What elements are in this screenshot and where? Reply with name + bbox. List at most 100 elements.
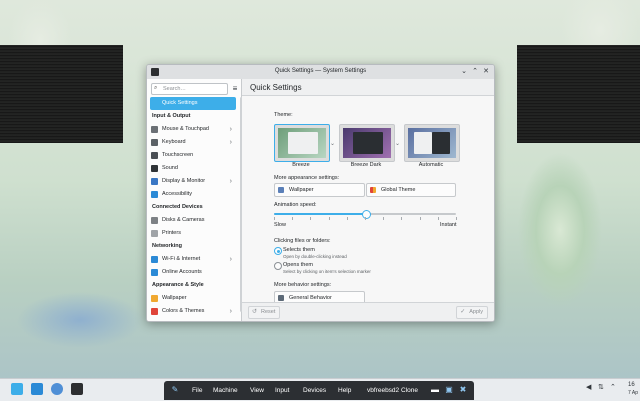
- sidebar-item-wallpaper[interactable]: Wallpaper: [147, 292, 239, 305]
- sidebar-item-disks-cameras[interactable]: Disks & Cameras: [147, 214, 239, 227]
- wallpaper-button-label: Wallpaper: [289, 187, 314, 193]
- sidebar: ⌕ Search… ≡ Quick Settings Input & Output…: [147, 79, 243, 321]
- sidebar-section-heading: Connected Devices: [152, 204, 203, 210]
- chevron-right-icon: ›: [229, 308, 232, 315]
- sidebar-section-heading: Appearance & Style: [152, 282, 204, 288]
- sidebar-item-display-monitor[interactable]: Display & Monitor ›: [147, 175, 239, 188]
- volume-icon[interactable]: ◀: [586, 383, 591, 391]
- colors-icon: [151, 308, 158, 315]
- slider-tick: [346, 217, 348, 220]
- close-icon[interactable]: ✕: [481, 67, 491, 77]
- theme-name-automatic: Automatic: [418, 162, 444, 168]
- vbox-menu-help[interactable]: Help: [338, 387, 351, 394]
- slider-tick: [328, 217, 330, 220]
- tray-expand-icon[interactable]: ⌃: [610, 383, 616, 391]
- keyboard-icon: [151, 139, 158, 146]
- wallpaper-icon: [278, 187, 284, 193]
- wallpaper-icon: [151, 295, 158, 302]
- window-titlebar[interactable]: Quick Settings — System Settings ⌄ ⌃ ✕: [147, 65, 494, 80]
- sidebar-section-heading: Input & Output: [152, 113, 191, 119]
- slider-tick: [274, 217, 275, 220]
- clock-time[interactable]: 16: [628, 382, 635, 388]
- theme-breeze-dark[interactable]: [339, 124, 395, 162]
- search-input[interactable]: ⌕ Search…: [151, 83, 228, 95]
- apply-button[interactable]: ✓ Apply: [456, 306, 488, 319]
- reset-button[interactable]: ↺ Reset: [248, 306, 281, 319]
- radio-opens-sublabel: Select by clicking on item's selection m…: [283, 269, 371, 274]
- radio-opens[interactable]: [274, 262, 282, 270]
- disks-icon: [151, 217, 158, 224]
- clock-date[interactable]: 7 Ap: [628, 390, 638, 396]
- glitch-artifact-right: [517, 45, 640, 143]
- radio-opens-label[interactable]: Opens them: [283, 262, 313, 268]
- theme-preview-breeze: [278, 128, 326, 158]
- app-launcher-icon[interactable]: [11, 383, 23, 395]
- touchscreen-icon: [151, 152, 158, 159]
- firefox-icon[interactable]: [51, 383, 63, 395]
- theme-breeze[interactable]: [274, 124, 330, 162]
- slider-tick: [401, 217, 403, 220]
- apply-icon: ✓: [460, 309, 466, 315]
- system-settings-task-icon[interactable]: [71, 383, 83, 395]
- restore-vm-icon[interactable]: ▣: [444, 385, 454, 395]
- system-settings-window: Quick Settings — System Settings ⌄ ⌃ ✕ ⌕…: [146, 64, 495, 322]
- vbox-menu-view[interactable]: View: [250, 387, 264, 394]
- minimize-vm-icon[interactable]: ▬: [430, 385, 440, 395]
- vbox-menu-file[interactable]: File: [192, 387, 202, 394]
- slider-tick: [456, 217, 457, 220]
- search-placeholder: Search…: [163, 86, 186, 92]
- sidebar-item-quick-settings[interactable]: Quick Settings: [150, 97, 236, 110]
- chevron-down-icon[interactable]: ⌄: [330, 140, 335, 147]
- sidebar-section-heading: Networking: [152, 243, 182, 249]
- sidebar-item-touchscreen[interactable]: Touchscreen: [147, 149, 239, 162]
- sidebar-item-colors-themes[interactable]: Colors & Themes ›: [147, 305, 239, 318]
- slider-ticks: [274, 217, 457, 220]
- chevron-right-icon: ›: [229, 126, 232, 133]
- wifi-icon: [151, 256, 158, 263]
- theme-preview-breeze-dark: [343, 128, 391, 158]
- maximize-icon[interactable]: ⌃: [470, 67, 480, 77]
- global-theme-button-label: Global Theme: [381, 187, 416, 193]
- network-icon[interactable]: ⇅: [598, 383, 604, 391]
- minimize-icon[interactable]: ⌄: [459, 67, 469, 77]
- radio-selects[interactable]: [274, 247, 282, 255]
- theme-automatic[interactable]: [404, 124, 460, 162]
- sidebar-item-label: Keyboard: [162, 139, 186, 145]
- sidebar-item-mouse-touchpad[interactable]: Mouse & Touchpad ›: [147, 123, 239, 136]
- apply-button-label: Apply: [469, 309, 483, 315]
- slider-fill: [274, 213, 365, 215]
- sidebar-item-label: Sound: [162, 165, 178, 171]
- slider-tick: [365, 217, 366, 220]
- sidebar-item-accessibility[interactable]: Accessibility: [147, 188, 239, 201]
- vbox-menu-machine[interactable]: Machine: [213, 387, 238, 394]
- radio-selects-label[interactable]: Selects them: [283, 247, 315, 253]
- sidebar-item-printers[interactable]: Printers: [147, 227, 239, 240]
- chevron-right-icon: ›: [229, 178, 232, 185]
- close-vm-icon[interactable]: ✖: [458, 385, 468, 395]
- general-behavior-icon: [278, 295, 284, 301]
- sidebar-nav: Quick Settings Input & Output Mouse & Touc…: [147, 97, 239, 318]
- virtualbox-toolbar: ✎ File Machine View Input Devices Help v…: [164, 381, 474, 400]
- wallpaper-button[interactable]: Wallpaper: [274, 183, 365, 197]
- window-title: Quick Settings — System Settings: [274, 68, 367, 74]
- pin-icon[interactable]: ✎: [170, 385, 180, 395]
- mouse-icon: [151, 126, 158, 133]
- animation-speed-slider[interactable]: [274, 210, 456, 219]
- sidebar-item-keyboard[interactable]: Keyboard ›: [147, 136, 239, 149]
- sidebar-item-sound[interactable]: Sound: [147, 162, 239, 175]
- sidebar-item-label: Disks & Cameras: [162, 217, 205, 223]
- theme-label: Theme:: [274, 112, 293, 118]
- hamburger-menu-icon[interactable]: ≡: [230, 84, 240, 93]
- dolphin-icon[interactable]: [31, 383, 43, 395]
- sidebar-item-wi-fi-internet[interactable]: Wi-Fi & Internet ›: [147, 253, 239, 266]
- sidebar-item-label: Printers: [162, 230, 181, 236]
- online-accounts-icon: [151, 269, 158, 276]
- search-icon: ⌕: [154, 85, 158, 91]
- sidebar-item-online-accounts[interactable]: Online Accounts: [147, 266, 239, 279]
- vbox-menu-input[interactable]: Input: [275, 387, 289, 394]
- vbox-menu-devices[interactable]: Devices: [303, 387, 326, 394]
- sidebar-item-label: Quick Settings: [162, 100, 198, 106]
- chevron-down-icon[interactable]: ⌄: [395, 140, 400, 147]
- display-icon: [151, 178, 158, 185]
- global-theme-button[interactable]: Global Theme: [366, 183, 456, 197]
